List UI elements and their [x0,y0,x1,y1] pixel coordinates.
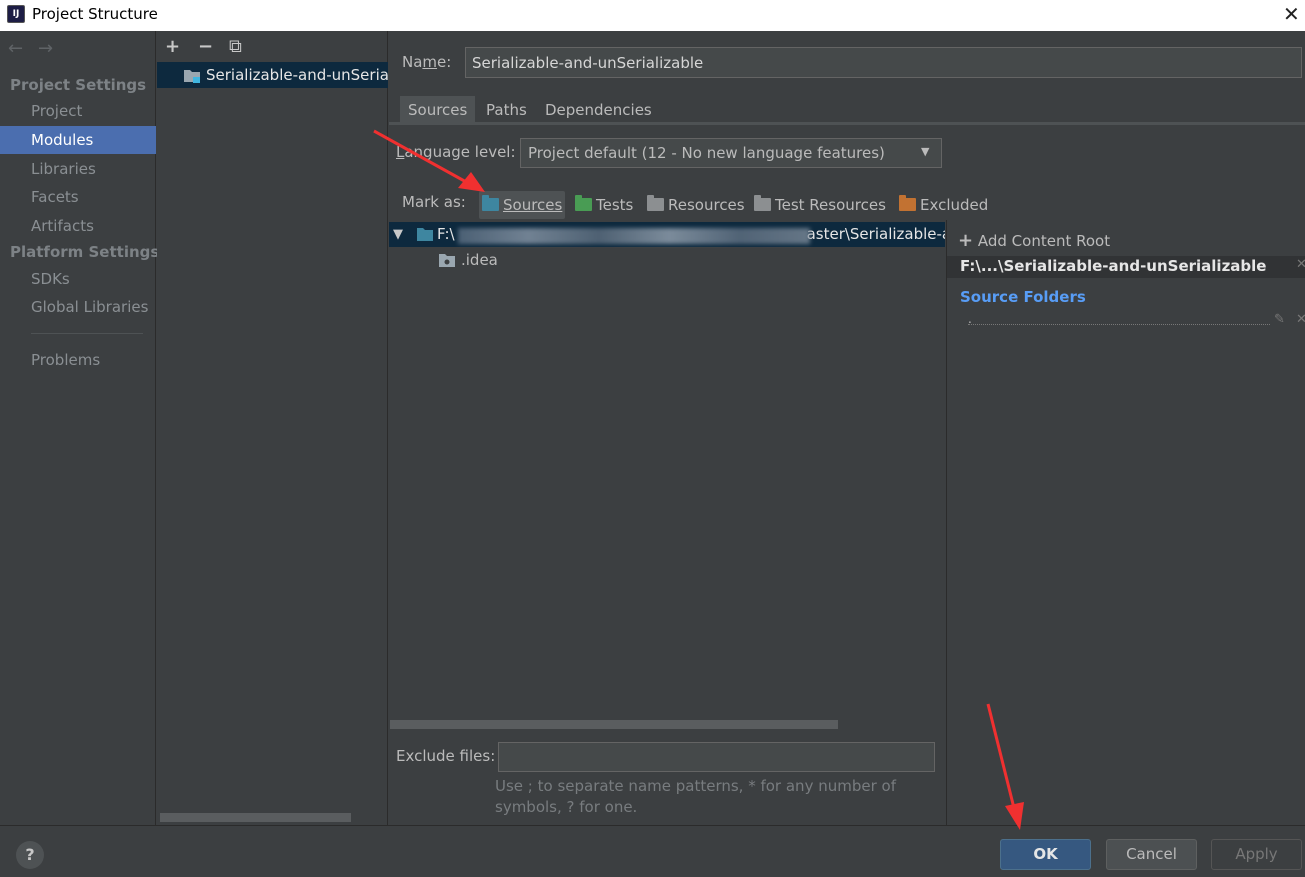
sidebar-item-facets[interactable]: Facets [0,183,156,211]
plus-icon: + [958,230,974,251]
help-button[interactable]: ? [16,841,44,869]
sidebar-item-global-libraries[interactable]: Global Libraries [0,293,156,321]
tab-underline [389,122,1305,125]
mark-as-resources-label: Resources [668,196,745,214]
tab-paths[interactable]: Paths [478,96,535,124]
sidebar-item-artifacts[interactable]: Artifacts [0,212,156,240]
resources-folder-icon [647,195,664,211]
content-root-panel [946,220,1305,825]
back-arrow-icon[interactable]: ← [8,38,23,59]
mark-as-sources-label: Sources [503,196,563,214]
mark-as-sources-button[interactable]: Sources [479,191,566,219]
add-content-root-label: Add Content Root [977,232,1111,250]
tree-root-suffix: aster\Serializable-and-unSerializable [806,225,945,243]
module-name-label: Serializable-and-unSerializable [206,66,388,84]
window-title: Project Structure [32,5,158,23]
test-resources-folder-icon [754,195,771,211]
add-module-button[interactable]: + [165,36,180,57]
platform-settings-header: Platform Settings [10,243,160,261]
close-window-icon[interactable]: ✕ [1283,2,1300,26]
sidebar-divider [31,333,143,334]
tree-horizontal-scrollbar[interactable] [390,720,838,729]
sidebar-item-project[interactable]: Project [0,97,156,125]
mark-as-excluded-button[interactable]: Excluded [896,191,991,219]
exclude-files-input[interactable] [498,742,935,772]
title-bar [0,0,1305,31]
add-content-root-button[interactable]: + Add Content Root [958,230,1110,251]
chevron-down-icon[interactable]: ▼ [921,145,929,158]
mark-as-resources-button[interactable]: Resources [644,191,748,219]
ok-button[interactable]: OK [1000,839,1091,870]
expand-toggle-icon[interactable]: ▼ [393,227,403,242]
mark-as-excluded-label: Excluded [920,196,989,214]
edit-pencil-icon[interactable]: ✎ [1274,312,1285,327]
remove-module-button[interactable]: − [198,36,213,57]
sidebar-item-modules[interactable]: Modules [0,126,156,154]
mark-as-test-resources-label: Test Resources [775,196,886,214]
module-list-panel [157,31,388,825]
module-folder-icon [183,68,201,83]
mark-as-label: Mark as: [402,193,466,211]
idea-folder-icon [438,253,456,267]
mark-as-test-resources-button[interactable]: Test Resources [751,191,889,219]
excluded-folder-icon [899,195,916,211]
sources-folder-icon [482,195,499,211]
remove-content-root-icon[interactable]: ✕ [1296,257,1305,272]
exclude-hint-line2: symbols, ? for one. [495,798,638,816]
tab-dependencies[interactable]: Dependencies [537,96,660,124]
apply-button[interactable]: Apply [1211,839,1302,870]
language-level-label: Language level: [396,143,516,161]
exclude-hint-line1: Use ; to separate name patterns, * for a… [495,777,896,795]
project-settings-header: Project Settings [10,76,147,94]
source-folders-header: Source Folders [960,288,1086,306]
sidebar-item-libraries[interactable]: Libraries [0,155,156,183]
tab-sources[interactable]: Sources [400,96,476,124]
directory-tree [389,220,945,720]
module-name-input[interactable] [465,47,1302,78]
redacted-path-blur [458,228,810,244]
cancel-button[interactable]: Cancel [1106,839,1197,870]
remove-source-folder-icon[interactable]: ✕ [1296,312,1305,327]
sidebar-item-sdks[interactable]: SDKs [0,265,156,293]
copy-module-button[interactable]: ⧉ [229,36,242,57]
exclude-files-label: Exclude files: [396,747,496,765]
source-folder-dotted-line [968,324,1270,325]
mark-as-tests-button[interactable]: Tests [572,191,636,219]
content-root-path: F:\...\Serializable-and-unSerializable [960,257,1267,275]
tree-item-idea[interactable]: .idea [461,251,498,269]
forward-arrow-icon[interactable]: → [38,38,53,59]
intellij-app-icon: IJ [7,5,25,23]
language-level-dropdown[interactable]: Project default (12 - No new language fe… [520,138,942,168]
tree-root-prefix: F:\ [437,225,455,243]
mark-as-tests-label: Tests [596,196,634,214]
module-list-scrollbar[interactable] [160,813,351,822]
root-folder-icon [416,227,434,241]
name-label: Name: [402,53,452,71]
sidebar-item-problems[interactable]: Problems [0,346,156,374]
tests-folder-icon [575,195,592,211]
